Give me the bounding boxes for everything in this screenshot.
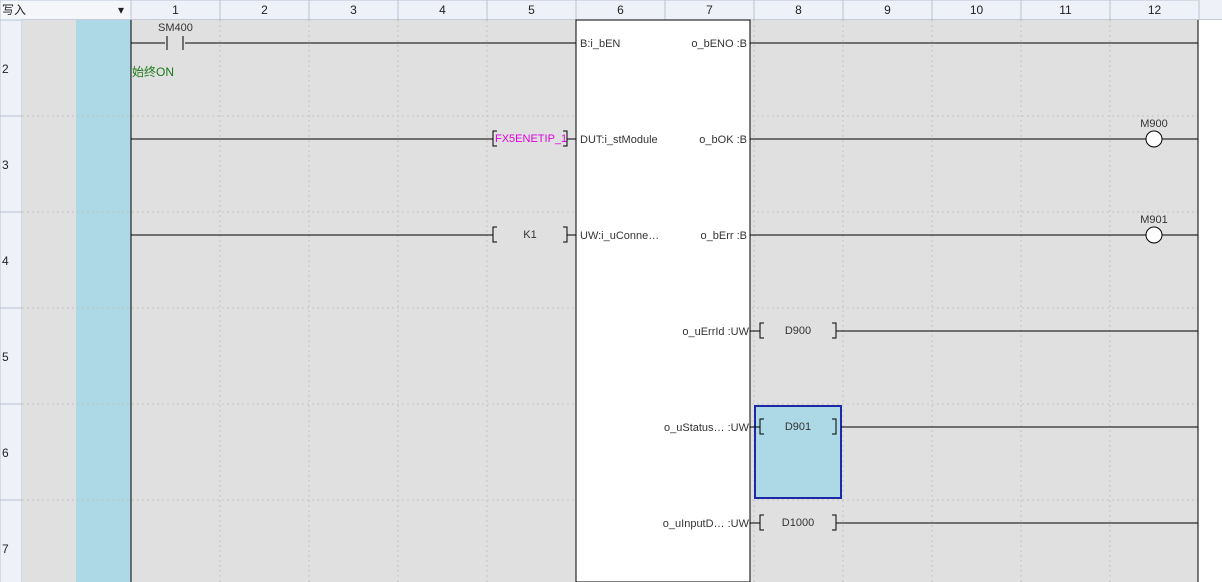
- column-header-label: 9: [884, 3, 891, 17]
- column-header-label: 2: [261, 3, 268, 17]
- fb-output-label: o_uInputD… :UW: [663, 518, 750, 530]
- column-header-label: 5: [528, 3, 535, 17]
- fb-output-label: o_uErrId :UW: [682, 326, 749, 338]
- column-header-label: 8: [795, 3, 802, 17]
- column-header-label: 11: [1059, 3, 1072, 17]
- row-number: 5: [2, 350, 9, 364]
- operand-label: FX5ENETIP_1: [495, 133, 567, 145]
- function-block-body[interactable]: [575, 19, 751, 582]
- output-coil[interactable]: [1145, 226, 1163, 244]
- coil-device: M900: [1140, 118, 1168, 130]
- contact-device: SM400: [158, 22, 193, 34]
- operand-value: D900: [785, 325, 811, 337]
- fb-input-label: B:i_bEN: [580, 38, 620, 50]
- fb-output-label: o_bErr :B: [701, 230, 747, 242]
- coil-device: M901: [1140, 214, 1168, 226]
- operand-value: K1: [523, 229, 536, 241]
- row-number: 4: [2, 254, 9, 268]
- fb-output-label: o_uStatus… :UW: [664, 422, 750, 434]
- row-number-cell[interactable]: [0, 499, 23, 582]
- row-number: 2: [2, 62, 9, 76]
- column-header-label: 4: [439, 3, 446, 17]
- operand-value: D901: [785, 421, 811, 433]
- column-header-label: 10: [970, 3, 984, 17]
- selected-cell[interactable]: [754, 405, 842, 499]
- mode-label: 写入: [2, 3, 26, 17]
- row-number: 6: [2, 446, 9, 460]
- fb-input-label: UW:i_uConne…: [580, 230, 659, 242]
- column-header-label: 3: [350, 3, 357, 17]
- column-header-label: 6: [617, 3, 624, 17]
- comment-column: [76, 20, 131, 582]
- ladder-diagram-canvas[interactable]: 写入 ▾ 1 2 3 4 5 6 7 8 9 10 11 12 234567 SM400 始终ON B…: [0, 0, 1222, 582]
- right-margin: [1198, 20, 1222, 582]
- fb-input-label: DUT:i_stModule: [580, 134, 658, 146]
- output-coil[interactable]: [1145, 130, 1163, 148]
- fb-output-label: o_bENO :B: [691, 38, 747, 50]
- column-header-label: 1: [172, 3, 179, 17]
- fb-output-label: o_bOK :B: [699, 134, 747, 146]
- row-number: 7: [2, 542, 9, 556]
- column-header-label: 7: [706, 3, 713, 17]
- column-header-label: 12: [1148, 3, 1162, 17]
- chevron-down-icon[interactable]: ▾: [118, 3, 124, 17]
- operand-value: D1000: [782, 517, 814, 529]
- row-number: 3: [2, 158, 9, 172]
- contact-comment: 始终ON: [132, 64, 174, 79]
